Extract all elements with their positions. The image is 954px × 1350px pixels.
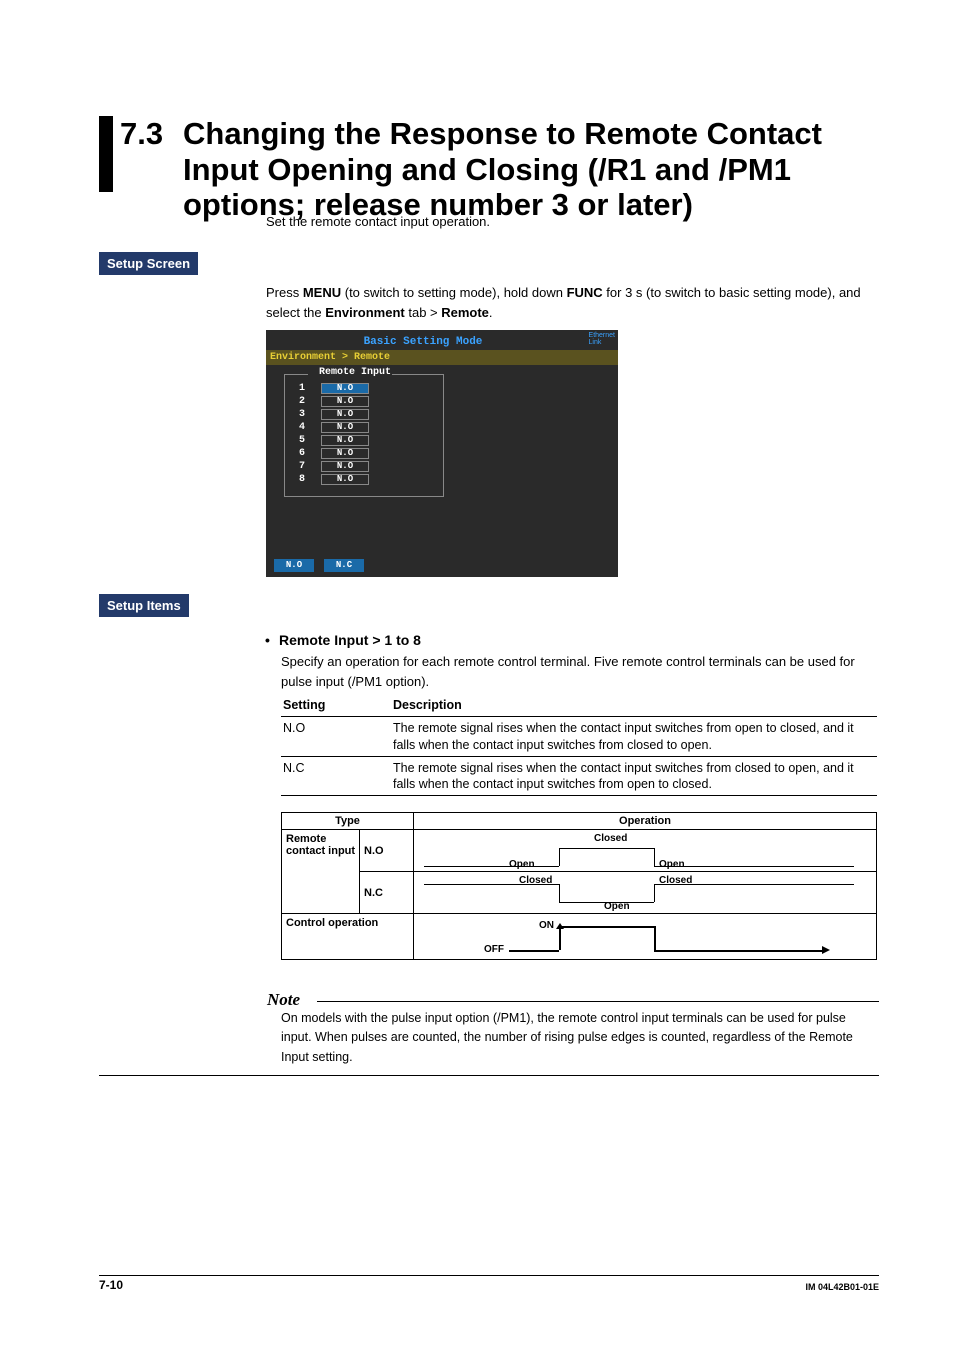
lbl-open: Open	[659, 859, 685, 870]
remote-input-group: Remote Input 1N.O 2N.O 3N.O 4N.O 5N.O 6N…	[284, 374, 444, 497]
note-heading: Note	[267, 990, 300, 1010]
instruction-text: Press MENU (to switch to setting mode), …	[266, 283, 879, 323]
setup-description: Specify an operation for each remote con…	[281, 652, 879, 692]
col-description: Description	[391, 694, 877, 717]
col-setting: Setting	[281, 694, 391, 717]
row-val[interactable]: N.O	[321, 461, 369, 472]
setup-screen-label: Setup Screen	[99, 252, 198, 275]
lbl-off: OFF	[484, 944, 504, 955]
footer-rule	[99, 1275, 879, 1276]
section-title: Changing the Response to Remote Contact …	[183, 116, 879, 223]
row-num: 3	[299, 409, 321, 420]
hdr-type: Type	[282, 813, 414, 830]
group-title: Remote Input	[315, 367, 395, 378]
cell-rci: Remote contact input	[282, 830, 360, 914]
cell-control-op: Control operation	[282, 914, 414, 960]
remote-input-row[interactable]: 7N.O	[285, 460, 443, 473]
row-num: 4	[299, 422, 321, 433]
setting-no: N.O	[281, 717, 391, 757]
softkey-nc[interactable]: N.C	[324, 559, 364, 572]
row-val[interactable]: N.O	[321, 409, 369, 420]
desc-nc: The remote signal rises when the contact…	[391, 756, 877, 796]
kw-env: Environment	[325, 305, 404, 320]
t: Press	[266, 285, 303, 300]
remote-input-row[interactable]: 5N.O	[285, 434, 443, 447]
t: .	[489, 305, 493, 320]
setting-nc: N.C	[281, 756, 391, 796]
remote-input-row[interactable]: 4N.O	[285, 421, 443, 434]
section-number: 7.3	[120, 116, 163, 152]
arrow-icon	[822, 946, 830, 954]
arrow-up-icon	[556, 923, 564, 929]
remote-input-row[interactable]: 6N.O	[285, 447, 443, 460]
section-marker	[99, 116, 113, 192]
note-rule	[317, 1001, 879, 1002]
settings-table: Setting Description N.O The remote signa…	[281, 694, 877, 796]
waveform-no: Closed Open Open	[414, 830, 877, 872]
lbl-on: ON	[539, 920, 554, 931]
remote-input-row[interactable]: 2N.O	[285, 395, 443, 408]
row-val[interactable]: N.O	[321, 422, 369, 433]
row-val[interactable]: N.O	[321, 396, 369, 407]
row-num: 6	[299, 448, 321, 459]
row-val[interactable]: N.O	[321, 474, 369, 485]
eth2: Link	[589, 339, 602, 346]
remote-input-row[interactable]: 3N.O	[285, 408, 443, 421]
cell-nc: N.C	[360, 872, 414, 914]
softkey-no[interactable]: N.O	[274, 559, 314, 572]
row-num: 5	[299, 435, 321, 446]
soft-key-bar: N.O N.C	[274, 559, 364, 572]
eth1: Ethernet	[589, 332, 615, 339]
row-num: 8	[299, 474, 321, 485]
intro-text: Set the remote contact input operation.	[266, 214, 490, 229]
screen-title: Basic Setting Mode	[266, 336, 580, 348]
desc-no: The remote signal rises when the contact…	[391, 717, 877, 757]
ethernet-indicator: Ethernet Link	[589, 332, 615, 346]
lbl-closed: Closed	[594, 833, 627, 844]
row-num: 1	[299, 383, 321, 394]
row-num: 7	[299, 461, 321, 472]
bullet-heading: Remote Input > 1 to 8	[267, 632, 421, 648]
t: tab >	[405, 305, 442, 320]
setup-items-label: Setup Items	[99, 594, 189, 617]
row-val[interactable]: N.O	[321, 448, 369, 459]
row-val[interactable]: N.O	[321, 383, 369, 394]
cell-no: N.O	[360, 830, 414, 872]
remote-input-row[interactable]: 1N.O	[285, 382, 443, 395]
operation-table: Type Operation Remote contact input N.O …	[281, 812, 877, 960]
t: (to switch to setting mode), hold down	[341, 285, 566, 300]
kw-func: FUNC	[567, 285, 603, 300]
hdr-operation: Operation	[414, 813, 877, 830]
waveform-nc: Closed Closed Open	[414, 872, 877, 914]
kw-menu: MENU	[303, 285, 341, 300]
kw-remote: Remote	[441, 305, 489, 320]
row-num: 2	[299, 396, 321, 407]
row-val[interactable]: N.O	[321, 435, 369, 446]
device-screenshot: Basic Setting Mode Ethernet Link Environ…	[266, 330, 618, 577]
remote-input-row[interactable]: 8N.O	[285, 473, 443, 486]
note-body: On models with the pulse input option (/…	[281, 1009, 879, 1067]
page-number: 7-10	[99, 1278, 123, 1292]
lbl-open: Open	[509, 859, 535, 870]
breadcrumb: Environment > Remote	[266, 350, 618, 365]
doc-id: IM 04L42B01-01E	[805, 1282, 879, 1292]
waveform-control: ON OFF	[414, 914, 877, 960]
note-bottom-rule	[99, 1075, 879, 1076]
